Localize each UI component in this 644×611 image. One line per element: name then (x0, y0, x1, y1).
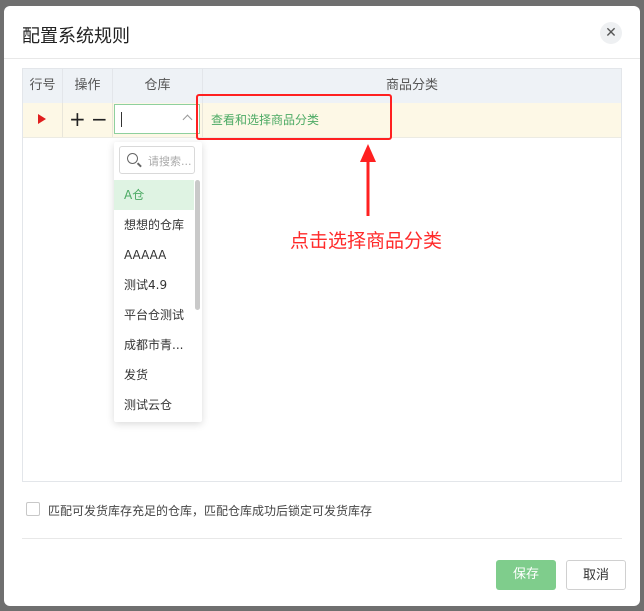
dropdown-option[interactable]: 测试4.9 (114, 270, 194, 300)
cancel-button[interactable]: 取消 (566, 560, 626, 590)
warehouse-dropdown: 请搜索... A仓 想想的仓库 AAAAA 测试4.9 平台仓测试 成都市青..… (114, 142, 202, 422)
add-row-button[interactable]: + (69, 107, 86, 131)
footer-divider (22, 538, 622, 539)
dropdown-option[interactable]: 测试云仓 (114, 390, 194, 420)
text-cursor (121, 112, 122, 127)
chevron-up-icon (182, 114, 193, 125)
play-icon (38, 114, 46, 124)
dropdown-option[interactable]: 想想的仓库 (114, 210, 194, 240)
row-indicator-cell (23, 103, 63, 137)
category-highlight-box (196, 94, 392, 140)
dropdown-option[interactable]: A仓 (114, 180, 194, 210)
dropdown-option[interactable]: 发货 (114, 360, 194, 390)
dropdown-options: A仓 想想的仓库 AAAAA 测试4.9 平台仓测试 成都市青... 发货 测试… (114, 180, 194, 420)
close-icon[interactable]: ✕ (600, 22, 622, 44)
lock-stock-label: 匹配可发货库存充足的仓库，匹配仓库成功后锁定可发货库存 (48, 504, 373, 518)
dropdown-option[interactable]: 平台仓测试 (114, 300, 194, 330)
save-button[interactable]: 保存 (496, 560, 556, 590)
row-actions-cell: + − (63, 103, 113, 137)
lock-stock-checkbox[interactable] (26, 502, 40, 516)
dropdown-option[interactable]: AAAAA (114, 240, 194, 270)
remove-row-button[interactable]: − (91, 107, 108, 131)
column-header-actions: 操作 (63, 69, 113, 103)
warehouse-cell (113, 103, 203, 137)
dialog-title: 配置系统规则 (22, 26, 130, 47)
warehouse-select[interactable] (114, 104, 200, 134)
search-icon-handle (137, 162, 142, 168)
column-header-row-number: 行号 (23, 69, 63, 103)
annotation-text: 点击选择商品分类 (290, 230, 443, 252)
dropdown-scrollbar[interactable] (195, 180, 200, 310)
search-icon (127, 153, 138, 164)
column-header-warehouse: 仓库 (113, 69, 203, 103)
search-placeholder: 请搜索... (148, 155, 192, 168)
header-divider (4, 58, 640, 59)
dropdown-option[interactable]: 成都市青... (114, 330, 194, 360)
dropdown-search-input[interactable]: 请搜索... (119, 146, 195, 174)
